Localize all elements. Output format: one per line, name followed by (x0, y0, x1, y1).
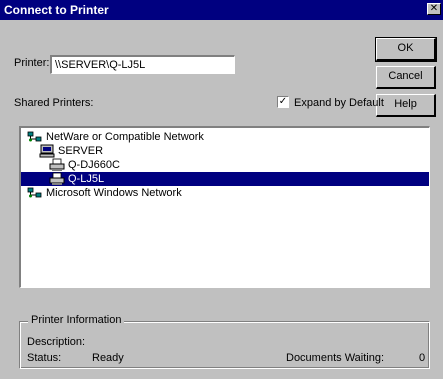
tree-item-server[interactable]: SERVER (39, 144, 103, 158)
tree-item-microsoft-windows-network[interactable]: Microsoft Windows Network (27, 186, 182, 200)
tree-item-label: SERVER (58, 145, 104, 157)
tree-item-q-lj5l[interactable]: Q-LJ5L (49, 172, 104, 186)
documents-waiting-label: Documents Waiting: (286, 352, 385, 364)
status-value: Ready (92, 352, 124, 364)
shared-printers-tree[interactable]: NetWare or Compatible Network SERVER Q-D… (19, 126, 430, 288)
status-label: Status: (27, 352, 62, 364)
printer-icon (49, 172, 65, 186)
close-button[interactable]: ✕ (427, 3, 441, 15)
printer-information-legend: Printer Information (28, 314, 125, 326)
network-icon (27, 187, 42, 198)
printer-icon (49, 158, 65, 172)
tree-item-label: Microsoft Windows Network (46, 187, 182, 199)
expand-by-default-checkbox[interactable]: ✓ (277, 96, 289, 108)
description-label: Description: (27, 336, 86, 348)
title-bar[interactable]: Connect to Printer ✕ (0, 0, 443, 20)
shared-printers-label: Shared Printers: (14, 97, 94, 109)
documents-waiting-value: 0 (419, 352, 426, 364)
tree-item-q-dj660c[interactable]: Q-DJ660C (49, 158, 120, 172)
tree-item-label: Q-DJ660C (68, 159, 120, 171)
server-icon (39, 144, 55, 158)
expand-by-default-label[interactable]: Expand by Default (294, 97, 384, 109)
printer-label: Printer: (14, 57, 49, 69)
cancel-button[interactable]: Cancel (376, 66, 436, 89)
printer-path-input[interactable]: \\SERVER\Q-LJ5L (50, 55, 235, 74)
ok-button[interactable]: OK (375, 37, 437, 62)
tree-item-label: Q-LJ5L (68, 173, 105, 185)
window-title: Connect to Printer (4, 3, 109, 17)
printer-label-text: Printer: (14, 57, 50, 69)
tree-item-netware[interactable]: NetWare or Compatible Network (27, 130, 204, 144)
help-button[interactable]: Help (376, 94, 436, 117)
tree-item-label: NetWare or Compatible Network (46, 131, 204, 143)
connect-to-printer-dialog: Connect to Printer ✕ Printer: \\SERVER\Q… (0, 0, 443, 379)
network-icon (27, 131, 42, 142)
